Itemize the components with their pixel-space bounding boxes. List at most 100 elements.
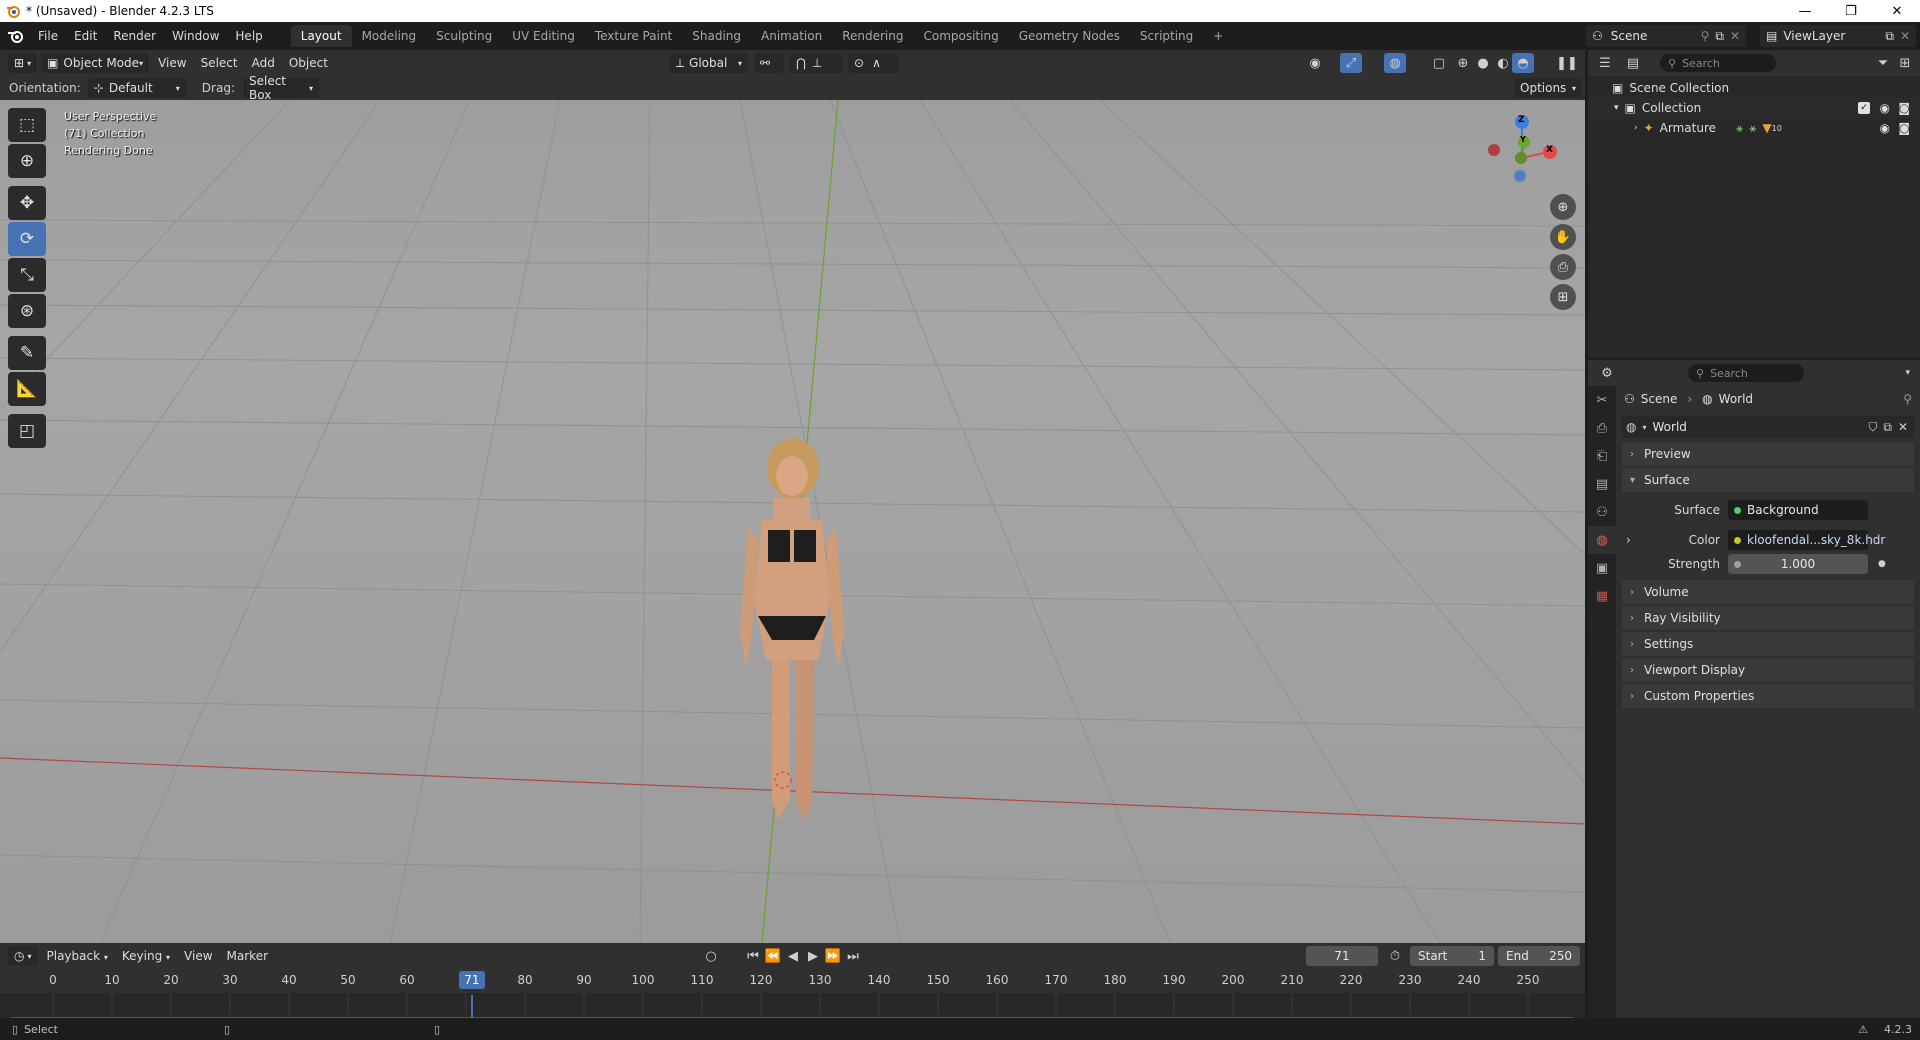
display-mode-icon[interactable]: ▤: [1622, 53, 1644, 73]
properties-editor-type-icon[interactable]: ⚙: [1596, 363, 1618, 383]
wireframe-shading-icon[interactable]: ⊕: [1452, 53, 1474, 73]
zoom-icon[interactable]: ⊕: [1550, 194, 1576, 220]
filter-icon[interactable]: ⏷: [1872, 53, 1894, 73]
proportional-edit-button[interactable]: ⊙ ∧: [848, 53, 898, 73]
snap-button[interactable]: ⋂ ⊥: [790, 53, 842, 73]
panel-ray-visibility[interactable]: › Ray Visibility: [1622, 606, 1914, 630]
menu-view[interactable]: View: [151, 56, 193, 70]
scene-tab-icon[interactable]: ⚇: [1588, 498, 1616, 526]
chevron-down-icon[interactable]: ▾: [1905, 368, 1910, 378]
select-box-tool-icon[interactable]: ⬚: [8, 108, 46, 142]
tab-scripting[interactable]: Scripting: [1130, 25, 1203, 47]
cursor-tool-icon[interactable]: ⊕: [8, 144, 46, 178]
tool-tab-icon[interactable]: ✂: [1588, 386, 1616, 414]
pin-icon[interactable]: ⚲: [1701, 29, 1710, 43]
jump-start-icon[interactable]: ⏮: [742, 946, 764, 966]
orientation-dropdown[interactable]: ⊹ Default ▾: [87, 78, 186, 98]
close-button[interactable]: ✕: [1874, 0, 1920, 22]
visibility-icon[interactable]: ◉: [1304, 53, 1326, 73]
world-name-field[interactable]: World: [1653, 420, 1687, 434]
tab-modeling[interactable]: Modeling: [352, 25, 427, 47]
next-keyframe-icon[interactable]: ⏩: [822, 946, 844, 966]
panel-volume[interactable]: › Volume: [1622, 580, 1914, 604]
menu-marker[interactable]: Marker: [220, 949, 275, 963]
menu-edit[interactable]: Edit: [66, 25, 105, 47]
keyframe-dot-icon[interactable]: ●: [1878, 559, 1886, 569]
pan-hand-icon[interactable]: ✋: [1550, 224, 1576, 250]
camera-icon[interactable]: ◙: [1898, 121, 1910, 135]
timeline-editor-type-button[interactable]: ◷ ▾: [8, 946, 38, 966]
options-dropdown[interactable]: Options ▾: [1514, 78, 1582, 98]
strength-field[interactable]: 1.000: [1728, 554, 1868, 574]
3d-viewport[interactable]: User Perspective (71) Collection Renderi…: [0, 100, 1585, 943]
character-model[interactable]: [740, 438, 844, 820]
panel-settings[interactable]: › Settings: [1622, 632, 1914, 656]
measure-tool-icon[interactable]: 📐: [8, 372, 46, 406]
new-collection-icon[interactable]: ⊞: [1894, 53, 1916, 73]
chevron-right-icon[interactable]: ›: [1626, 533, 1631, 547]
menu-window[interactable]: Window: [164, 25, 227, 47]
chevron-right-icon[interactable]: ›: [1634, 123, 1638, 133]
current-frame-field[interactable]: 71: [1306, 946, 1378, 966]
world-tab-icon[interactable]: ◍: [1588, 526, 1616, 554]
prev-keyframe-icon[interactable]: ⏪: [762, 946, 784, 966]
properties-search-input[interactable]: ⚲ Search: [1688, 364, 1804, 382]
pin-icon[interactable]: ⚲: [1903, 392, 1912, 406]
rotate-tool-icon[interactable]: ⟳: [8, 222, 46, 256]
eye-icon[interactable]: ◉: [1880, 101, 1890, 115]
panel-custom-properties[interactable]: › Custom Properties: [1622, 684, 1914, 708]
menu-help[interactable]: Help: [227, 25, 270, 47]
remove-view-layer-icon[interactable]: ✕: [1900, 29, 1910, 43]
new-scene-icon[interactable]: ⧉: [1715, 29, 1724, 44]
color-texture-field[interactable]: kloofendal...sky_8k.hdr: [1728, 530, 1885, 550]
menu-add[interactable]: Add: [245, 56, 282, 70]
play-icon[interactable]: ▶: [802, 946, 824, 966]
tab-layout[interactable]: Layout: [290, 25, 352, 47]
eye-icon[interactable]: ◉: [1880, 121, 1890, 135]
jump-end-icon[interactable]: ⏭: [842, 946, 864, 966]
texture-tab-icon[interactable]: ▦: [1588, 582, 1616, 610]
outliner-row-scene-collection[interactable]: ▣ Scene Collection: [1588, 78, 1920, 98]
menu-file[interactable]: File: [30, 25, 66, 47]
timeline-ruler[interactable]: 0102030405060708090100110120130140150160…: [0, 971, 1585, 993]
navigation-gizmo[interactable]: Z X Y: [1460, 108, 1570, 208]
remove-scene-icon[interactable]: ✕: [1730, 29, 1740, 43]
play-reverse-icon[interactable]: ◀: [782, 946, 804, 966]
fake-user-icon[interactable]: ⛉: [1868, 420, 1877, 435]
view-layer-tab-icon[interactable]: ▤: [1588, 470, 1616, 498]
menu-select[interactable]: Select: [194, 56, 245, 70]
unlink-world-icon[interactable]: ✕: [1898, 420, 1908, 434]
drag-dropdown[interactable]: Select Box ▾: [242, 74, 319, 102]
rendered-shading-icon[interactable]: ◓: [1512, 53, 1534, 73]
add-workspace-button[interactable]: +: [1203, 25, 1233, 47]
world-datablock-selector[interactable]: ◍ ▾ World ⛉ ⧉ ✕: [1622, 416, 1914, 438]
tab-texture-paint[interactable]: Texture Paint: [585, 25, 682, 47]
outliner-row-armature[interactable]: › ✦ Armature ⚹ ⚹ ▼ 10 ◉ ◙: [1588, 118, 1920, 138]
auto-keying-icon[interactable]: ○: [700, 946, 722, 966]
tab-uv-editing[interactable]: UV Editing: [502, 25, 585, 47]
tab-animation[interactable]: Animation: [751, 25, 832, 47]
pivot-point-button[interactable]: ⚯: [754, 53, 784, 73]
panel-viewport-display[interactable]: › Viewport Display: [1622, 658, 1914, 682]
tab-sculpting[interactable]: Sculpting: [426, 25, 502, 47]
tab-shading[interactable]: Shading: [682, 25, 751, 47]
editor-type-button[interactable]: ⊞ ▾: [8, 53, 38, 73]
menu-timeline-view[interactable]: View: [177, 949, 219, 963]
tab-rendering[interactable]: Rendering: [832, 25, 913, 47]
overlay-toggle-icon[interactable]: ◍: [1384, 53, 1406, 73]
transform-tool-icon[interactable]: ⊛: [8, 294, 46, 328]
pause-render-icon[interactable]: ❚❚: [1556, 53, 1578, 73]
camera-view-icon[interactable]: ⎙: [1550, 254, 1576, 280]
mode-selector[interactable]: ▣ Object Mode ▾: [41, 53, 150, 73]
move-tool-icon[interactable]: ✥: [8, 186, 46, 220]
surface-shader-field[interactable]: Background: [1728, 500, 1868, 520]
preview-range-icon[interactable]: ⏱: [1384, 946, 1406, 966]
exclude-checkbox[interactable]: ✓: [1858, 102, 1870, 114]
perspective-toggle-icon[interactable]: ⊞: [1550, 284, 1576, 310]
xray-toggle-icon[interactable]: ▢: [1428, 53, 1450, 73]
maximize-button[interactable]: ❐: [1828, 0, 1874, 22]
menu-keying[interactable]: Keying ▾: [115, 949, 177, 963]
transform-orientation-selector[interactable]: ⟂ Global ▾: [670, 53, 748, 73]
world-browse-icon[interactable]: ◍: [1626, 420, 1636, 434]
view-layer-selector[interactable]: ▤ ViewLayer ⧉ ✕: [1760, 25, 1916, 47]
